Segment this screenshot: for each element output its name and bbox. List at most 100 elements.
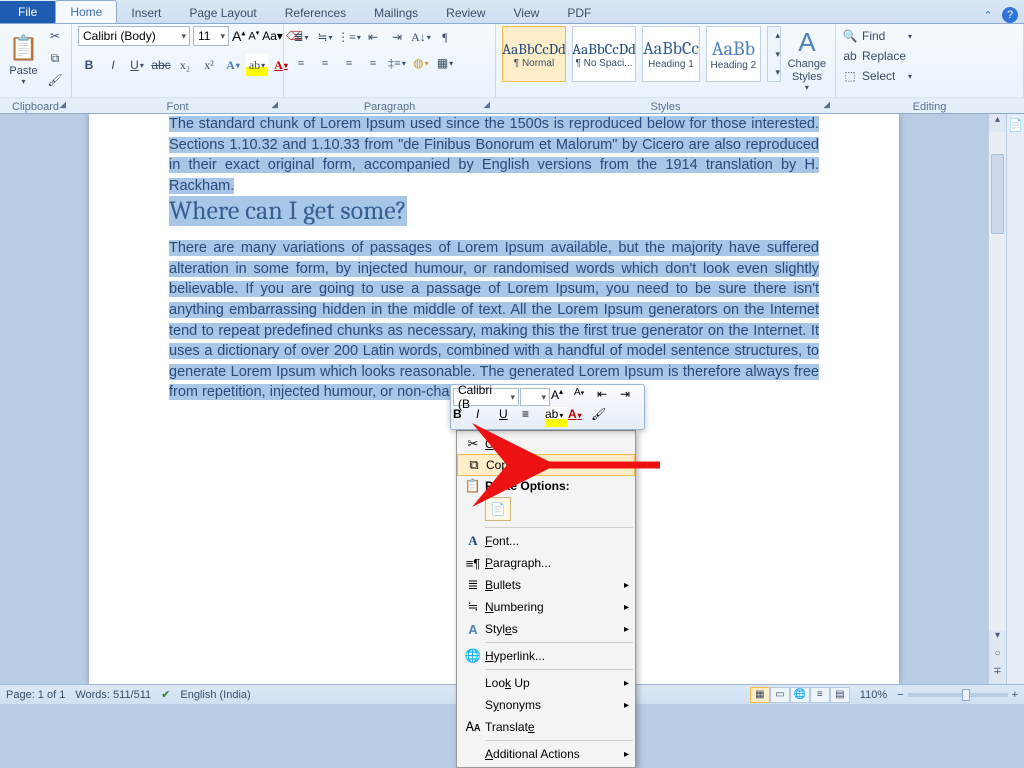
- view-draft[interactable]: ▤: [830, 687, 850, 703]
- format-painter-button[interactable]: 🖌: [45, 70, 65, 90]
- ribbon-minimize-icon[interactable]: ⌃: [980, 7, 996, 23]
- paste-option-keep-source[interactable]: 📄: [485, 497, 511, 521]
- ctx-cut[interactable]: ✂Cut: [457, 433, 635, 455]
- multilevel-button[interactable]: ⋮≡: [338, 26, 360, 48]
- bold-button[interactable]: B: [78, 54, 100, 76]
- bullets-button[interactable]: ≣: [290, 26, 312, 48]
- view-outline[interactable]: ≡: [810, 687, 830, 703]
- borders-button[interactable]: ▦: [434, 52, 456, 74]
- zoom-slider-thumb[interactable]: [962, 689, 970, 701]
- selected-text-p2[interactable]: There are many variations of passages of…: [169, 240, 819, 400]
- grow-font-button[interactable]: A▴: [232, 28, 245, 44]
- view-web-layout[interactable]: 🌐: [790, 687, 810, 703]
- copy-icon: ⧉: [462, 457, 486, 473]
- mini-align-center[interactable]: ≡: [522, 407, 544, 427]
- help-icon[interactable]: ?: [1002, 7, 1018, 23]
- sort-button[interactable]: A↓: [410, 26, 432, 48]
- mini-font-size[interactable]: [520, 388, 550, 406]
- highlight-button[interactable]: ab: [246, 54, 268, 76]
- tab-file[interactable]: File: [0, 1, 55, 23]
- ctx-translate[interactable]: 🗛Translate: [457, 716, 635, 738]
- style-no-spacing[interactable]: AaBbCcDd ¶ No Spaci...: [572, 26, 636, 82]
- browse-object-button[interactable]: ○: [989, 648, 1006, 666]
- style-normal[interactable]: AaBbCcDd ¶ Normal: [502, 26, 566, 82]
- cut-button[interactable]: ✂: [45, 26, 65, 46]
- numbering-button[interactable]: ≒: [314, 26, 336, 48]
- zoom-level[interactable]: 110%: [860, 689, 887, 701]
- ctx-font[interactable]: AFont...: [457, 530, 635, 552]
- font-size-combo[interactable]: 11: [193, 26, 229, 46]
- paste-button[interactable]: 📋 Paste ▾: [6, 26, 41, 92]
- ribbon-tabs: File Home Insert Page Layout References …: [0, 0, 1024, 24]
- superscript-button[interactable]: x²: [198, 54, 220, 76]
- ctx-copy[interactable]: ⧉Copy: [457, 454, 635, 476]
- find-button[interactable]: 🔍Find▾: [842, 26, 912, 46]
- mini-highlight[interactable]: ab: [545, 407, 567, 427]
- ctx-additional-actions[interactable]: Additional Actions▸: [457, 743, 635, 765]
- tab-pdf[interactable]: PDF: [553, 2, 605, 23]
- mini-grow-font[interactable]: A▴: [551, 387, 573, 407]
- mini-font-family[interactable]: Calibri (B: [453, 388, 519, 406]
- ctx-lookup[interactable]: Look Up▸: [457, 672, 635, 694]
- strikethrough-button[interactable]: abc: [150, 54, 172, 76]
- shrink-font-button[interactable]: A▾: [248, 29, 259, 43]
- font-family-combo[interactable]: Calibri (Body): [78, 26, 190, 46]
- subscript-button[interactable]: x₂: [174, 54, 196, 76]
- replace-button[interactable]: abReplace: [842, 46, 912, 66]
- ctx-synonyms[interactable]: Synonyms▸: [457, 694, 635, 716]
- ruler-toggle-icon[interactable]: 📄: [1008, 118, 1023, 132]
- ctx-paragraph[interactable]: ≡¶Paragraph...: [457, 552, 635, 574]
- status-language[interactable]: English (India): [180, 689, 250, 701]
- tab-insert[interactable]: Insert: [117, 2, 175, 23]
- select-button[interactable]: ⬚Select▾: [842, 66, 912, 86]
- copy-button[interactable]: ⧉: [45, 48, 65, 68]
- ctx-styles[interactable]: AStyles▸: [457, 618, 635, 640]
- ctx-hyperlink[interactable]: 🌐Hyperlink...: [457, 645, 635, 667]
- decrease-indent-button[interactable]: ⇤: [362, 26, 384, 48]
- scroll-up-button[interactable]: ▴: [989, 114, 1006, 132]
- style-heading-2[interactable]: AaBb Heading 2: [706, 26, 761, 82]
- justify-button[interactable]: ≡: [362, 52, 384, 74]
- status-proofing-icon[interactable]: ✔: [161, 688, 170, 701]
- mini-shrink-font[interactable]: A▾: [574, 387, 596, 407]
- change-case-button[interactable]: Aa▾: [262, 29, 283, 43]
- mini-decrease-indent[interactable]: ⇤: [597, 387, 619, 407]
- shading-button[interactable]: ◍: [410, 52, 432, 74]
- mini-format-painter[interactable]: 🖌: [591, 407, 613, 427]
- line-spacing-button[interactable]: ‡≡: [386, 52, 408, 74]
- status-page[interactable]: Page: 1 of 1: [6, 689, 65, 701]
- tab-home[interactable]: Home: [55, 0, 117, 23]
- view-full-screen[interactable]: ▭: [770, 687, 790, 703]
- mini-increase-indent[interactable]: ⇥: [620, 387, 642, 407]
- tab-review[interactable]: Review: [432, 2, 499, 23]
- scroll-thumb[interactable]: [991, 154, 1004, 234]
- view-print-layout[interactable]: ▦: [750, 687, 770, 703]
- zoom-in-button[interactable]: +: [1012, 689, 1018, 701]
- vertical-scrollbar[interactable]: ▴ ▾ ○ ∓: [988, 114, 1006, 684]
- italic-button[interactable]: I: [102, 54, 124, 76]
- tab-mailings[interactable]: Mailings: [360, 2, 432, 23]
- underline-button[interactable]: U: [126, 54, 148, 76]
- ctx-numbering[interactable]: ≒Numbering▸: [457, 596, 635, 618]
- zoom-slider[interactable]: [908, 693, 1008, 697]
- tab-view[interactable]: View: [500, 2, 554, 23]
- style-heading-1[interactable]: AaBbCc Heading 1: [642, 26, 700, 82]
- next-page-button[interactable]: ∓: [989, 666, 1006, 684]
- align-left-button[interactable]: ≡: [290, 52, 312, 74]
- zoom-out-button[interactable]: −: [897, 689, 903, 701]
- mini-font-color[interactable]: A: [568, 407, 590, 427]
- selected-text-p1[interactable]: The standard chunk of Lorem Ipsum used s…: [169, 116, 819, 194]
- show-marks-button[interactable]: ¶: [434, 26, 456, 48]
- ctx-bullets[interactable]: ≣Bullets▸: [457, 574, 635, 596]
- increase-indent-button[interactable]: ⇥: [386, 26, 408, 48]
- mini-underline[interactable]: U: [499, 407, 521, 427]
- status-words[interactable]: Words: 511/511: [75, 689, 151, 701]
- selected-heading[interactable]: Where can I get some?: [169, 196, 407, 226]
- tab-references[interactable]: References: [271, 2, 360, 23]
- align-right-button[interactable]: ≡: [338, 52, 360, 74]
- scroll-down-button[interactable]: ▾: [989, 630, 1006, 648]
- change-styles-button[interactable]: A Change Styles ▾: [785, 26, 829, 92]
- text-effects-button[interactable]: A: [222, 54, 244, 76]
- align-center-button[interactable]: ≡: [314, 52, 336, 74]
- tab-page-layout[interactable]: Page Layout: [175, 2, 270, 23]
